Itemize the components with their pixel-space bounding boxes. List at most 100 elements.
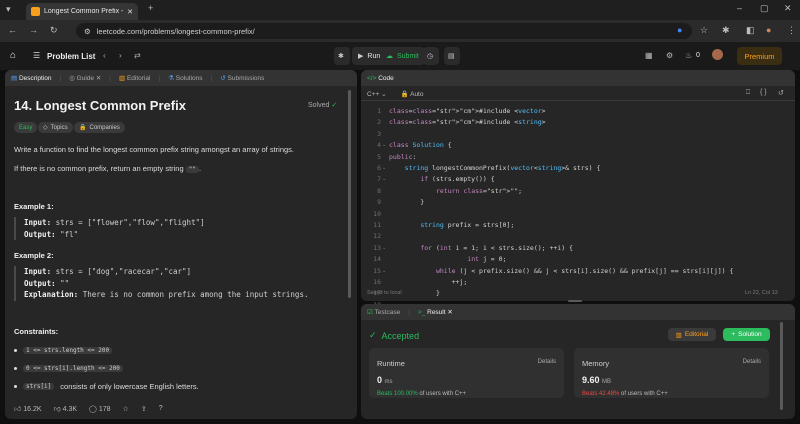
constraint-3-code: strs[i] [23,383,55,390]
memory-unit: MB [602,379,612,385]
ex2-expl-label: Explanation: [24,290,79,299]
companies-button[interactable]: 🔒 Companies [74,122,125,133]
favorite-star-icon[interactable]: ☆ [123,405,129,413]
site-info-icon[interactable]: ⚙ [84,27,91,36]
next-problem-icon[interactable]: › [119,51,122,60]
fold-chevron-icon[interactable]: ⌄ [382,142,386,148]
share-icon[interactable]: ⇪ [141,405,147,413]
tab-search-icon[interactable]: ▾ [6,5,11,14]
browser-tab[interactable]: Longest Common Prefix - Leet ✕ [26,3,138,20]
ex2-output: "" [60,278,70,288]
line-number: 8 [377,186,381,195]
shuffle-icon[interactable]: ⇄ [134,51,141,60]
topics-button[interactable]: ◇ Topics [38,122,73,133]
runtime-details-link[interactable]: Details [538,359,556,365]
tab-guide[interactable]: ◎ Guide ✕ [69,74,101,82]
maximize-icon[interactable]: ▢ [760,4,769,13]
empty-note-text: If there is no common prefix, return an … [14,164,184,173]
extensions-icon[interactable]: ✱ [722,26,730,35]
runtime-unit: ms [384,379,393,385]
streak-fire-icon[interactable]: ♨ [685,51,692,60]
solution-button[interactable]: + Solution [723,328,770,341]
runtime-card[interactable]: Runtime Details 0 ms Beats 100.00% of us… [369,348,564,398]
cursor-position: Ln 22, Col 13 [745,290,778,296]
layout-icon[interactable]: ▦ [645,51,653,60]
fold-chevron-icon[interactable]: ⌄ [382,245,386,251]
close-tab-icon[interactable]: ✕ [127,8,133,16]
tab-description[interactable]: ▤ Description [11,74,51,82]
problem-list-icon: ☰ [33,51,41,60]
panel-resize-handle[interactable] [568,300,582,302]
forward-icon[interactable]: → [29,26,38,35]
problem-list-link[interactable]: Problem List [47,52,95,61]
fold-chevron-icon[interactable]: ⌄ [382,176,386,182]
fold-chevron-icon[interactable]: ⌄ [382,165,386,171]
code-line: while (j < prefix.size() && j < strs[i].… [435,266,734,275]
menu-icon[interactable]: ⋮ [787,26,796,35]
debug-button[interactable]: ✱ [334,47,350,65]
tab-solutions[interactable]: ⚗ Solutions [168,74,202,82]
memory-card[interactable]: Memory Details 9.60 MB Beats 42.48% of u… [574,348,769,398]
ex1-output-label: Output: [24,229,56,239]
tab-editorial[interactable]: ▥ Editorial [119,74,150,82]
timer-button[interactable]: ◷ [423,47,439,65]
profile-avatar-icon[interactable]: ● [766,26,771,35]
premium-button[interactable]: Premium [737,47,782,65]
code-tab[interactable]: </> Code [367,75,394,82]
tab-testcase[interactable]: ☑ Testcase [367,308,400,316]
fold-chevron-icon[interactable]: ⌄ [382,268,386,274]
editorial-button[interactable]: ▥ Editorial [668,328,716,341]
memory-details-link[interactable]: Details [743,359,761,365]
code-line: public: [389,152,417,161]
topics-label: Topics [50,124,68,131]
accepted-label: Accepted [381,330,420,341]
runtime-number: 0 [377,375,383,385]
format-code-icon[interactable]: { } [760,89,767,96]
close-window-icon[interactable]: ✕ [784,4,792,13]
ex1-input: strs = ["flower","flow","flight"] [55,218,205,227]
line-number: 11 [373,221,381,229]
back-icon[interactable]: ← [8,26,17,35]
empty-string-note: If there is no common prefix, return an … [14,164,202,173]
description-scrollbar[interactable] [348,90,351,298]
language-select[interactable]: C++ ⌄ [367,90,387,98]
help-icon[interactable]: ? [159,405,163,412]
user-avatar[interactable] [712,49,723,60]
url-field[interactable]: ⚙ leetcode.com/problems/longest-common-p… [76,23,692,39]
ex2-input-label: Input: [24,267,52,276]
dislike-button[interactable]: 👎︎ 4.3K [54,404,77,413]
reset-code-icon[interactable]: ↺ [778,89,784,97]
new-tab-icon[interactable]: + [148,4,153,13]
bookmark-star-icon[interactable]: ☆ [700,26,708,35]
tab-editorial-label: Editorial [126,75,151,82]
leetcode-logo-icon[interactable]: ⌂ [10,50,16,61]
prev-problem-icon[interactable]: ‹ [103,51,106,60]
like-button[interactable]: 👍︎ 16.2K [14,404,42,413]
timer-icon: ◷ [427,53,434,60]
problem-title: 14. Longest Common Prefix [14,98,186,113]
minimize-icon[interactable]: – [737,4,742,13]
ex2-explanation: There is no common prefix among the inpu… [82,290,309,299]
difficulty-badge[interactable]: Easy [14,122,38,133]
address-bar-row: ← → ↻ ⚙ leetcode.com/problems/longest-co… [0,20,800,42]
reload-icon[interactable]: ↻ [50,26,58,35]
auto-toggle[interactable]: 🔒 Auto [401,90,424,98]
tab-result[interactable]: >_ Result ✕ [418,308,453,316]
notes-button[interactable]: ▤ [444,47,460,65]
code-tab-label: Code [378,74,394,82]
sidepanel-icon[interactable]: ◧ [746,26,755,35]
submit-button[interactable]: ☁ Submit [380,47,425,65]
bookmark-icon[interactable]: ⎕ [746,89,750,97]
settings-icon[interactable]: ⚙ [666,51,673,60]
tab-description-label: Description [18,75,52,82]
comments-button[interactable]: ◯ 178 [89,405,110,413]
example-1-box: Input: strs = ["flower","flow","flight"]… [14,217,205,240]
example-2-box: Input: strs = ["dog","racecar","car"] Ou… [14,266,308,301]
constraint-item: 0 <= strs[i].length <= 200 [14,365,123,372]
result-scrollbar[interactable] [780,322,783,410]
google-icon[interactable]: ● [677,26,682,35]
tab-submissions[interactable]: ↺ Submissions [220,74,264,82]
empty-string-code: "" [185,166,199,173]
line-number: 6 [377,164,381,172]
description-tabs: ▤ Description | ◎ Guide ✕ | ▥ Editorial … [5,70,357,86]
